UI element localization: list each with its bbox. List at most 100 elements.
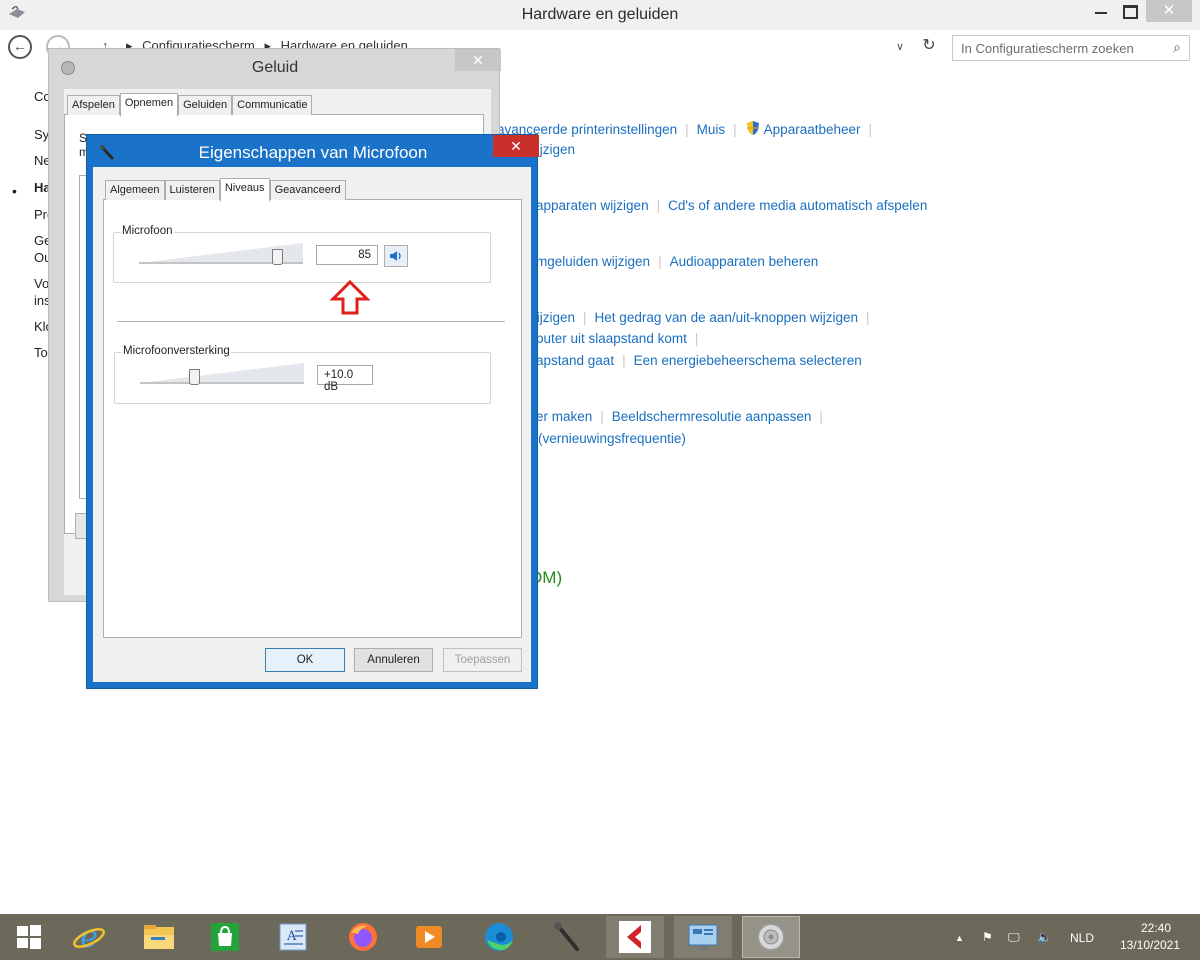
taskbar-control-panel[interactable] — [674, 916, 732, 958]
taskbar: e A ▲ ⚑ 🖵 🔈 NLD 22:40 13/10/2021 — [0, 914, 1200, 960]
microphone-tabs: Algemeen Luisteren Niveaus Geavanceerd — [105, 178, 346, 202]
search-icon: ⌕ — [1173, 39, 1181, 55]
search-placeholder: In Configuratiescherm zoeken — [961, 41, 1134, 56]
cakewalk-icon — [619, 921, 651, 953]
link-wake-password[interactable]: puter uit slaapstand komt — [536, 331, 687, 346]
separator: | — [583, 310, 587, 325]
link-device-manager[interactable]: Apparaatbeheer — [764, 122, 861, 137]
taskbar-file-explorer[interactable] — [130, 916, 188, 958]
clock-time[interactable]: 22:40 — [1128, 921, 1184, 935]
taskbar-firefox[interactable] — [334, 916, 392, 958]
sound-tabs: Afspelen Opnemen Geluiden Communicatie — [67, 93, 313, 117]
separator: | — [733, 122, 737, 137]
link-power-plan[interactable]: Een energiebeheerschema selecteren — [634, 353, 862, 368]
separator: | — [865, 310, 870, 325]
nav-item-ease-of-access[interactable]: To — [34, 345, 48, 360]
volume-icon[interactable]: 🔈 — [1037, 930, 1052, 944]
microphone-properties-dialog: Eigenschappen van Microfoon ✕ Algemeen L… — [86, 134, 539, 689]
microphone-slider-thumb[interactable] — [272, 249, 284, 265]
link-autoplay[interactable]: Cd's of andere media automatisch afspele… — [668, 198, 927, 213]
link-text-size[interactable]: er maken — [536, 409, 592, 424]
separator: | — [600, 409, 604, 424]
shield-icon — [746, 121, 759, 135]
link-resolution[interactable]: Beeldschermresolutie aanpassen — [612, 409, 812, 424]
taskbar-internet-explorer[interactable]: e — [60, 916, 118, 958]
search-input[interactable]: In Configuratiescherm zoeken ⌕ — [952, 35, 1190, 61]
nav-item-appearance[interactable]: Vo — [34, 276, 49, 291]
internet-explorer-icon: e — [73, 920, 105, 954]
start-button[interactable] — [0, 916, 58, 958]
close-button[interactable]: ✕ — [1146, 0, 1192, 22]
taskbar-wordpad[interactable]: A — [264, 916, 322, 958]
link-mouse[interactable]: Muis — [697, 122, 726, 137]
taskbar-media-player[interactable] — [400, 916, 458, 958]
content-row-devices: avanceerde printerinstellingen | Muis | Appa… — [497, 120, 880, 137]
speaker-icon — [390, 251, 401, 261]
tab-levels[interactable]: Niveaus — [219, 178, 270, 202]
content-row-sound: mgeluiden wijzigen | Audioapparaten behere… — [536, 254, 818, 269]
store-icon — [211, 923, 239, 951]
separator: | — [868, 122, 873, 137]
separator: | — [819, 409, 823, 424]
mute-toggle-button[interactable] — [384, 245, 408, 267]
microphone-level-field[interactable]: 85 — [316, 245, 378, 265]
microphone-dialog-title: Eigenschappen van Microfoon — [198, 143, 428, 162]
nav-item-system[interactable]: Sy — [34, 127, 49, 142]
windows-logo-icon — [17, 925, 41, 949]
link-change-devices[interactable]: apparaten wijzigen — [536, 198, 649, 213]
apply-button[interactable]: Toepassen — [443, 648, 522, 672]
separator: | — [622, 353, 626, 368]
taskbar-edge[interactable] — [470, 916, 528, 958]
separator: | — [656, 198, 661, 213]
taskbar-store[interactable] — [196, 916, 254, 958]
microphone-boost-label: Microfoonversterking — [122, 345, 231, 357]
cancel-button[interactable]: Annuleren — [354, 648, 433, 672]
tab-general[interactable]: Algemeen — [105, 180, 165, 200]
media-player-icon — [416, 926, 442, 948]
svg-text:e: e — [80, 920, 98, 954]
minimize-button[interactable] — [1088, 0, 1114, 22]
clock-date[interactable]: 13/10/2021 — [1114, 938, 1186, 952]
tab-listen[interactable]: Luisteren — [164, 180, 220, 200]
content-row-autoplay: apparaten wijzigen | Cd's of andere media … — [536, 198, 927, 213]
tray-overflow-chevron-icon[interactable]: ▲ — [955, 933, 964, 943]
maximize-button[interactable] — [1116, 0, 1142, 22]
microphone-boost-slider[interactable] — [140, 363, 304, 387]
tab-recording[interactable]: Opnemen — [119, 93, 179, 117]
sound-dialog-close-button[interactable]: ✕ — [455, 49, 501, 71]
separator: | — [694, 331, 699, 346]
window-title: Hardware en geluiden — [521, 6, 679, 23]
link-audio-devices[interactable]: Audioapparaten beheren — [670, 254, 819, 269]
tab-playback[interactable]: Afspelen — [67, 95, 120, 115]
wordpad-icon: A — [279, 923, 307, 951]
red-up-arrow-annotation — [330, 280, 370, 315]
taskbar-cakewalk[interactable] — [606, 916, 664, 958]
tab-advanced[interactable]: Geavanceerd — [269, 180, 346, 200]
nav-current-bullet: • — [12, 183, 17, 199]
content-row-power: vijzigen | Het gedrag van de aan/uit-knopp… — [530, 310, 878, 325]
taskbar-microphone-app[interactable] — [538, 916, 596, 958]
microphone-level-label: Microfoon — [121, 225, 174, 237]
link-system-sounds[interactable]: mgeluiden wijzigen — [536, 254, 650, 269]
microphone-icon — [554, 922, 579, 951]
sound-dialog-title: Geluid — [251, 59, 299, 76]
link-power-buttons[interactable]: Het gedrag van de aan/uit-knoppen wijzig… — [595, 310, 858, 325]
taskbar-sound[interactable] — [742, 916, 800, 958]
flag-icon[interactable]: ⚑ — [982, 930, 993, 944]
network-icon[interactable]: 🖵 — [1008, 930, 1020, 945]
refresh-button[interactable]: ↻ — [916, 35, 942, 59]
content-row-sleep: apstand gaat | Een energiebeheerschema sel… — [536, 353, 862, 368]
separator: | — [685, 122, 689, 137]
link-refresh-rate[interactable]: (vernieuwingsfrequentie) — [538, 431, 686, 446]
back-button[interactable]: ← — [8, 35, 32, 59]
link-sleep[interactable]: apstand gaat — [536, 353, 614, 368]
microphone-dialog-close-button[interactable]: ✕ — [493, 135, 539, 157]
tab-sounds[interactable]: Geluiden — [178, 95, 233, 115]
language-indicator[interactable]: NLD — [1070, 931, 1094, 945]
control-panel-icon — [688, 924, 718, 950]
address-dropdown-button[interactable]: ∨ — [896, 40, 904, 53]
boost-slider-thumb[interactable] — [188, 369, 200, 385]
tab-communication[interactable]: Communicatie — [232, 95, 313, 115]
ok-button[interactable]: OK — [265, 648, 345, 672]
separator: | — [658, 254, 662, 269]
